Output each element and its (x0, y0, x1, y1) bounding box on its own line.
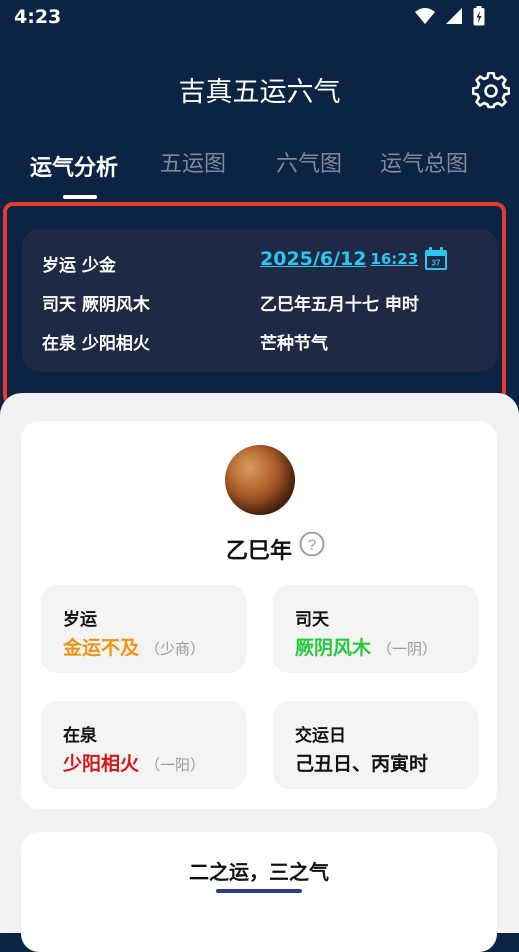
tile-zaiquan: 在泉 少阳相火 （一阳） (41, 701, 246, 789)
tile-zaiquan-sub: （一阳） (145, 756, 206, 774)
active-tab-indicator (63, 195, 97, 199)
status-time: 4:23 (14, 6, 62, 28)
year-card: 乙巳年 ? 岁运 金运不及 （少商） 司天 厥阴风木 （一阴） 在泉 少阳相火 （一阳… (21, 421, 497, 809)
help-symbol: ? (308, 537, 316, 554)
period-title: 二之运，三之气 (189, 860, 329, 884)
period-card: 二之运，三之气 (21, 832, 497, 952)
tile-zaiquan-value: 少阳相火 （一阳） (63, 749, 205, 776)
tile-suiyun-value: 金运不及 （少商） (63, 633, 205, 660)
tile-sitian-main: 厥阴风木 (295, 637, 372, 659)
tab-analysis[interactable]: 运气分析 (30, 150, 118, 182)
signal-icon (446, 8, 462, 24)
tile-zaiquan-main: 少阳相火 (63, 753, 140, 775)
year-title: 乙巳年 (225, 539, 292, 564)
tab-bar: 运气分析 五运图 六气图 运气总图 (0, 140, 519, 200)
tile-suiyun-main: 金运不及 (63, 637, 140, 659)
tile-suiyun-sub: （少商） (145, 640, 206, 658)
tile-suiyun-label: 岁运 (63, 610, 97, 630)
planet-image (225, 445, 295, 515)
help-icon[interactable]: ? (299, 531, 325, 557)
tile-jiaoyun-label: 交运日 (295, 726, 346, 746)
wifi-icon (415, 8, 435, 24)
tile-sitian-value: 厥阴风木 （一阴） (295, 633, 437, 660)
tile-sitian: 司天 厥阴风木 （一阴） (273, 585, 478, 673)
tile-sitian-label: 司天 (295, 610, 329, 630)
tab-overall-chart[interactable]: 运气总图 (380, 146, 468, 178)
tile-zaiquan-label: 在泉 (63, 726, 97, 746)
period-underline (216, 889, 302, 893)
tile-jiaoyun-value: 己丑日、丙寅时 (295, 753, 429, 775)
settings-button[interactable] (471, 71, 511, 110)
highlight-frame (3, 202, 506, 406)
status-bar: 4:23 (0, 0, 519, 36)
tab-wuyun-chart[interactable]: 五运图 (160, 146, 226, 178)
battery-icon (473, 6, 485, 26)
tile-sitian-sub: （一阴） (377, 640, 438, 658)
tile-jiaoyun: 交运日 己丑日、丙寅时 (273, 701, 478, 789)
tab-liuqi-chart[interactable]: 六气图 (276, 146, 342, 178)
tile-suiyun: 岁运 金运不及 （少商） (41, 585, 246, 673)
status-icons (415, 6, 485, 26)
app-title: 吉真五运六气 (178, 77, 341, 108)
gear-icon (471, 71, 511, 109)
